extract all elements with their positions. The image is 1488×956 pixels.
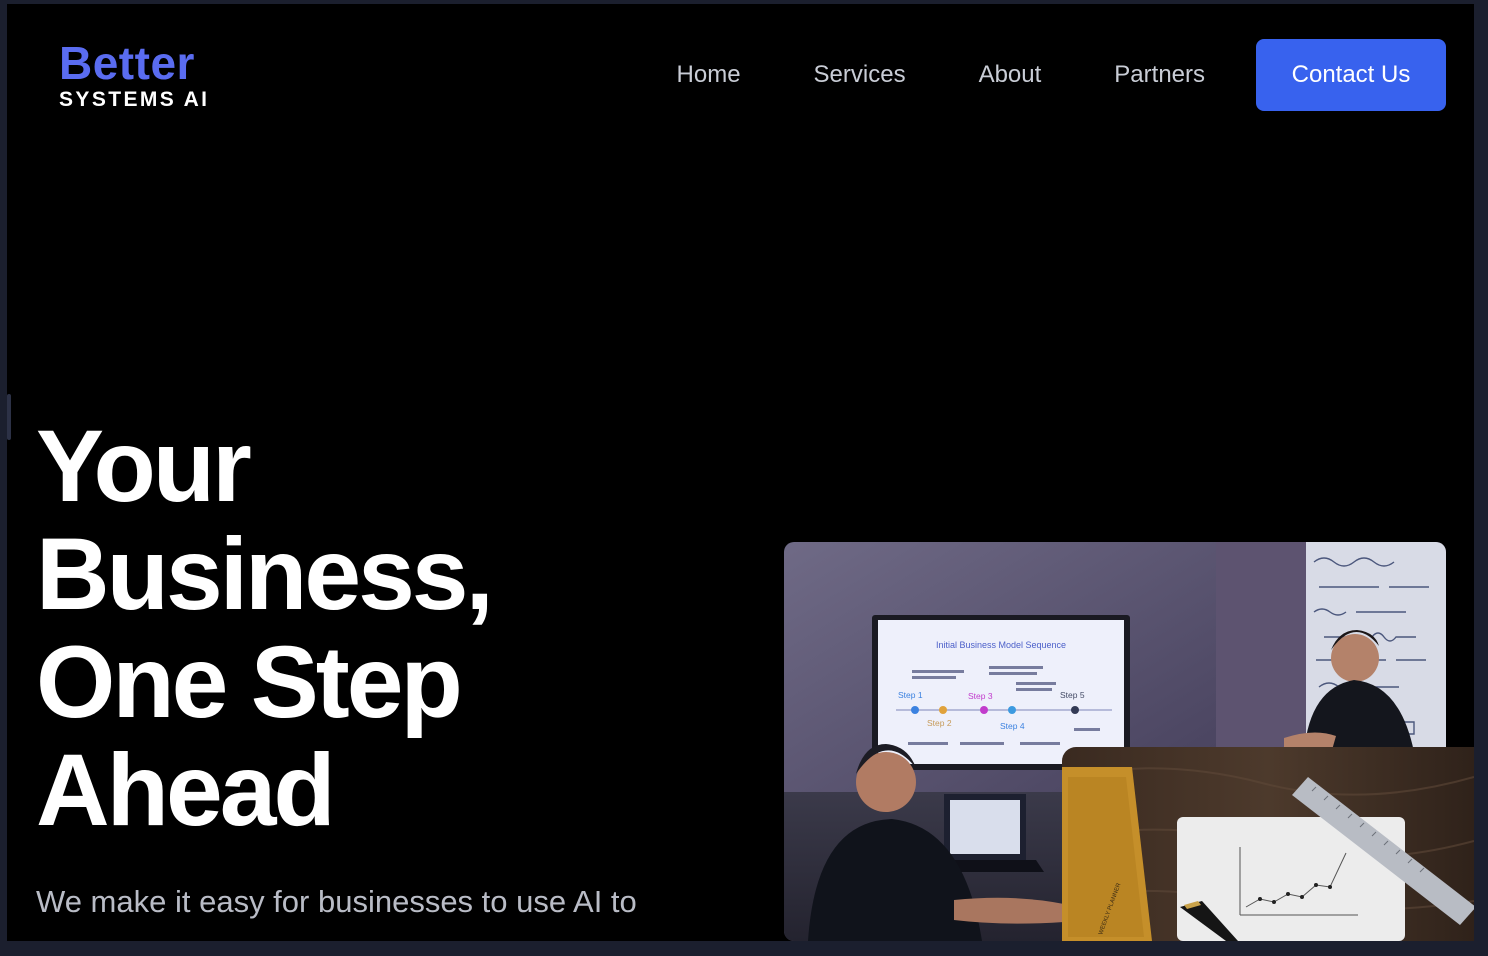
- logo-word-better: Better: [59, 37, 195, 89]
- hero-title-line: Ahead: [36, 733, 336, 847]
- hero-title: Your Business, One Step Ahead: [36, 409, 494, 847]
- screen-step-label: Step 4: [1000, 721, 1025, 731]
- screen-step-label: Step 1: [898, 690, 923, 700]
- browser-viewport: Better SYSTEMS AI Home Services About Pa…: [7, 4, 1474, 941]
- hero-title-line: One Step: [36, 625, 463, 739]
- main-navigation: Home Services About Partners Contact Us: [677, 39, 1446, 111]
- screen-step-label: Step 3: [968, 691, 993, 701]
- brand-logo[interactable]: Better SYSTEMS AI: [59, 38, 209, 111]
- hero-title-line: Business,: [36, 517, 494, 631]
- screen-step-label: Step 5: [1060, 690, 1085, 700]
- nav-home[interactable]: Home: [677, 61, 741, 89]
- hero-title-line: Your: [36, 409, 252, 523]
- screen-title: Initial Business Model Sequence: [936, 640, 1066, 650]
- contact-us-button[interactable]: Contact Us: [1256, 39, 1446, 111]
- nav-about[interactable]: About: [979, 61, 1042, 89]
- nav-services[interactable]: Services: [814, 61, 906, 89]
- screen-step-label: Step 2: [927, 718, 952, 728]
- scroll-handle[interactable]: [7, 394, 11, 440]
- logo-word-systems-ai: SYSTEMS AI: [59, 88, 210, 111]
- nav-partners[interactable]: Partners: [1114, 61, 1205, 89]
- desk-notebook-photo: WEEKLY PLANNER: [1062, 747, 1474, 941]
- hero-subtitle: We make it easy for businesses to use AI…: [36, 884, 637, 919]
